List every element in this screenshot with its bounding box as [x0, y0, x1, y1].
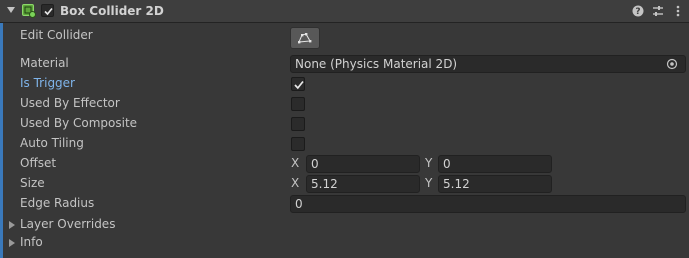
size-y-field[interactable]: 5.12 — [438, 175, 552, 193]
help-icon[interactable]: ? — [631, 4, 645, 18]
material-object-field[interactable]: None (Physics Material 2D) — [290, 55, 686, 73]
component-title: Box Collider 2D — [60, 4, 164, 18]
edge-radius-label: Edge Radius — [20, 196, 95, 210]
kebab-menu-icon[interactable] — [671, 4, 685, 18]
component-header[interactable]: Box Collider 2D ? — [0, 0, 689, 23]
box-collider-2d-inspector: Box Collider 2D ? Edit Collider Material… — [0, 0, 689, 258]
edge-radius-row: Edge Radius 0 — [0, 194, 689, 214]
edit-collider-icon — [298, 33, 312, 44]
info-foldout[interactable]: Info — [0, 233, 689, 253]
is-trigger-row: Is Trigger — [0, 74, 689, 94]
material-row: Material None (Physics Material 2D) — [0, 54, 689, 74]
offset-label: Offset — [20, 156, 57, 170]
layer-overrides-label: Layer Overrides — [20, 217, 116, 231]
size-row: Size X 5.12 Y 5.12 — [0, 174, 689, 194]
checkmark-icon — [294, 80, 304, 90]
material-label: Material — [20, 56, 69, 70]
offset-row: Offset X 0 Y 0 — [0, 154, 689, 174]
foldout-arrow-icon[interactable] — [7, 7, 15, 13]
svg-text:?: ? — [635, 7, 640, 17]
presets-icon[interactable] — [651, 4, 665, 18]
info-label: Info — [20, 235, 43, 249]
used-by-effector-label: Used By Effector — [20, 96, 120, 110]
material-value: None (Physics Material 2D) — [295, 57, 458, 71]
used-by-effector-checkbox[interactable] — [291, 97, 305, 111]
used-by-effector-row: Used By Effector — [0, 94, 689, 114]
is-trigger-checkbox[interactable] — [291, 77, 305, 91]
offset-y-label: Y — [425, 156, 433, 170]
edit-collider-button[interactable] — [290, 27, 320, 49]
size-x-field[interactable]: 5.12 — [306, 175, 420, 193]
used-by-composite-checkbox[interactable] — [291, 117, 305, 131]
used-by-composite-row: Used By Composite — [0, 114, 689, 134]
box-collider-2d-icon — [22, 4, 36, 18]
used-by-composite-label: Used By Composite — [20, 116, 138, 130]
object-picker-icon[interactable] — [665, 57, 683, 71]
auto-tiling-label: Auto Tiling — [20, 136, 84, 150]
foldout-arrow-icon[interactable] — [9, 221, 15, 229]
edge-radius-field[interactable]: 0 — [290, 195, 686, 213]
size-label: Size — [20, 176, 45, 190]
auto-tiling-row: Auto Tiling — [0, 134, 689, 154]
checkmark-icon — [44, 7, 53, 16]
component-enabled-checkbox[interactable] — [41, 4, 54, 17]
size-x-label: X — [291, 176, 300, 190]
auto-tiling-checkbox[interactable] — [291, 137, 305, 151]
offset-y-field[interactable]: 0 — [438, 155, 552, 173]
layer-overrides-foldout[interactable]: Layer Overrides — [0, 215, 689, 235]
edit-collider-label: Edit Collider — [20, 28, 93, 42]
size-y-label: Y — [425, 176, 433, 190]
edit-collider-row: Edit Collider — [0, 26, 689, 46]
offset-x-field[interactable]: 0 — [306, 155, 420, 173]
foldout-arrow-icon[interactable] — [9, 239, 15, 247]
is-trigger-label: Is Trigger — [20, 76, 75, 90]
offset-x-label: X — [291, 156, 300, 170]
